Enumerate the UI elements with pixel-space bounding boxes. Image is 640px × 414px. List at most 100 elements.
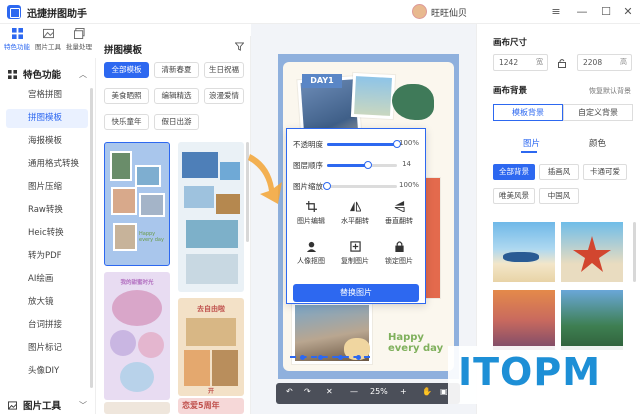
nav-item-poster-template[interactable]: 海报模板 bbox=[6, 132, 88, 151]
zoom-slider[interactable] bbox=[323, 182, 397, 190]
flip-vertical-icon bbox=[394, 201, 405, 212]
nav-item-collage-template[interactable]: 拼图模板 bbox=[6, 109, 88, 128]
template-thumb-4[interactable]: 去自由啦 开 bbox=[178, 298, 244, 396]
template-thumb-5[interactable]: 恋爱5周年 bbox=[178, 398, 244, 414]
nav-section-features[interactable]: 特色功能 bbox=[8, 67, 61, 81]
nav-item-image-mark[interactable]: 图片标记 bbox=[6, 339, 88, 358]
app-logo-icon bbox=[7, 5, 21, 19]
selection-handle[interactable] bbox=[318, 355, 323, 360]
leaf-decoration bbox=[392, 84, 434, 120]
layer-slider-knob[interactable] bbox=[364, 161, 372, 169]
flip-horizontal-icon bbox=[349, 201, 361, 212]
poster-photo-2[interactable] bbox=[350, 72, 396, 120]
user-name[interactable]: 旺旺仙贝 bbox=[431, 6, 467, 19]
tool-flip-horizontal[interactable]: 水平翻转 bbox=[333, 201, 377, 226]
tag-food[interactable]: 美食晒照 bbox=[104, 88, 149, 104]
rail-item-features[interactable]: 特色功能 bbox=[2, 28, 32, 51]
tag-fresh-spring[interactable]: 清新春夏 bbox=[154, 62, 199, 78]
tag-holiday[interactable]: 假日出游 bbox=[154, 114, 199, 130]
background-image-starfish[interactable] bbox=[561, 222, 623, 282]
nav-item-heic[interactable]: Heic转换 bbox=[6, 224, 88, 243]
zoom-level: 25% bbox=[370, 387, 388, 396]
background-image-beach[interactable] bbox=[493, 222, 555, 282]
zoom-slider-knob[interactable] bbox=[323, 182, 331, 190]
nav-item-magnifier[interactable]: 放大镜 bbox=[6, 293, 88, 312]
template-thumb-1[interactable]: Happy every day bbox=[104, 142, 170, 266]
selection-handle[interactable] bbox=[356, 355, 361, 360]
layer-order-slider[interactable] bbox=[327, 161, 397, 169]
template-thumb-2[interactable] bbox=[178, 142, 244, 292]
selection-handle[interactable] bbox=[338, 355, 343, 360]
template-panel-title: 拼图模板 bbox=[104, 45, 143, 56]
nav-scrollbar[interactable] bbox=[90, 88, 93, 388]
width-input[interactable]: 1242 宽 bbox=[493, 54, 548, 71]
template-panel: 拼图模板 全部模板 清新春夏 生日祝福 美食晒照 编辑精选 浪漫爱情 快乐童年 … bbox=[96, 36, 251, 414]
selection-handle[interactable] bbox=[300, 355, 305, 360]
replace-image-button[interactable]: 替换图片 bbox=[293, 284, 419, 302]
tag-editor-pick[interactable]: 编辑精选 bbox=[154, 88, 199, 104]
minimize-icon[interactable]: — bbox=[574, 4, 590, 20]
background-image-mountain[interactable] bbox=[561, 290, 623, 350]
subtab-image[interactable]: 图片 bbox=[523, 137, 540, 149]
nav-item-format-convert[interactable]: 通用格式转换 bbox=[6, 155, 88, 174]
menu-icon[interactable]: ≡ bbox=[548, 4, 564, 20]
background-image-sunset[interactable] bbox=[493, 290, 555, 350]
chevron-up-icon[interactable]: ︿ bbox=[79, 69, 87, 80]
thumb-title: 我的甜蜜时光 bbox=[120, 280, 154, 286]
filter-icon[interactable] bbox=[235, 42, 244, 51]
zoom-out-icon[interactable]: — bbox=[350, 387, 358, 396]
tool-edit-image[interactable]: 图片编辑 bbox=[289, 201, 333, 226]
tag-all-templates[interactable]: 全部模板 bbox=[104, 62, 149, 78]
redo-icon[interactable]: ↷ bbox=[304, 387, 311, 396]
bg-tag-illustration[interactable]: 插画风 bbox=[539, 164, 579, 180]
zoom-label: 图片缩放 bbox=[293, 182, 323, 191]
bg-tag-all[interactable]: 全部背景 bbox=[493, 164, 535, 180]
tag-romance[interactable]: 浪漫爱情 bbox=[204, 88, 244, 104]
user-avatar[interactable] bbox=[412, 4, 427, 19]
height-input[interactable]: 2208 高 bbox=[577, 54, 632, 71]
zoom-in-icon[interactable]: + bbox=[400, 387, 407, 396]
undo-icon[interactable]: ↶ bbox=[286, 387, 293, 396]
nav-item-ai-draw[interactable]: AI绘画 bbox=[6, 270, 88, 289]
rail-label: 批量处理 bbox=[66, 43, 92, 51]
bg-tag-cartoon[interactable]: 卡通可爱 bbox=[583, 164, 627, 180]
template-thumb-6[interactable] bbox=[104, 402, 170, 414]
canvas-toolbar: ↶ ↷ ✕ — 25% + ✋ ▣ bbox=[276, 383, 460, 404]
fit-screen-icon[interactable]: ▣ bbox=[440, 387, 448, 396]
layer-slider-fill bbox=[327, 164, 368, 167]
maximize-icon[interactable]: ☐ bbox=[598, 4, 614, 20]
tag-childhood[interactable]: 快乐童年 bbox=[104, 114, 149, 130]
nav-item-avatar-diy[interactable]: 头像DIY bbox=[6, 362, 88, 381]
rail-item-batch[interactable]: 批量处理 bbox=[64, 28, 94, 51]
nav-item-grid-collage[interactable]: 宫格拼图 bbox=[6, 86, 88, 105]
opacity-slider[interactable] bbox=[327, 140, 401, 148]
nav-item-compress[interactable]: 图片压缩 bbox=[6, 178, 88, 197]
watermark-text: ITOPM bbox=[458, 350, 602, 394]
subtab-color[interactable]: 颜色 bbox=[589, 137, 606, 149]
seg-custom-background[interactable]: 自定义背景 bbox=[563, 104, 633, 121]
tag-birthday[interactable]: 生日祝福 bbox=[204, 62, 244, 78]
bg-tag-chinese[interactable]: 中国风 bbox=[539, 188, 579, 204]
rail-item-image-tools[interactable]: 图片工具 bbox=[33, 28, 63, 51]
seg-template-background[interactable]: 模板背景 bbox=[493, 104, 563, 121]
portrait-icon bbox=[306, 241, 316, 252]
shuffle-icon[interactable]: ✕ bbox=[326, 387, 333, 396]
tool-flip-vertical[interactable]: 垂直翻转 bbox=[377, 201, 421, 226]
close-icon[interactable]: ✕ bbox=[620, 4, 636, 20]
nav-item-subtitle-stitch[interactable]: 台词拼接 bbox=[6, 316, 88, 335]
chevron-down-icon[interactable]: ﹀ bbox=[79, 400, 87, 411]
lock-icon[interactable] bbox=[557, 58, 567, 68]
tool-copy-image[interactable]: 复制图片 bbox=[333, 241, 377, 266]
restore-default-link[interactable]: 恢复默认背景 bbox=[589, 86, 631, 96]
hand-icon[interactable]: ✋ bbox=[422, 387, 432, 396]
rail-label: 特色功能 bbox=[4, 43, 30, 51]
poster-photo-side[interactable] bbox=[426, 178, 440, 298]
background-scrollbar[interactable] bbox=[633, 222, 636, 282]
nav-section-image-tools[interactable]: 图片工具 bbox=[8, 398, 61, 412]
nav-item-raw[interactable]: Raw转换 bbox=[6, 201, 88, 220]
template-thumb-3[interactable]: 我的甜蜜时光 bbox=[104, 272, 170, 400]
bg-tag-scenery[interactable]: 唯美风景 bbox=[493, 188, 535, 204]
tool-portrait-cutout[interactable]: 人像抠图 bbox=[289, 241, 333, 266]
tool-lock-image[interactable]: 锁定图片 bbox=[377, 241, 421, 266]
nav-item-pdf[interactable]: 转为PDF bbox=[6, 247, 88, 266]
